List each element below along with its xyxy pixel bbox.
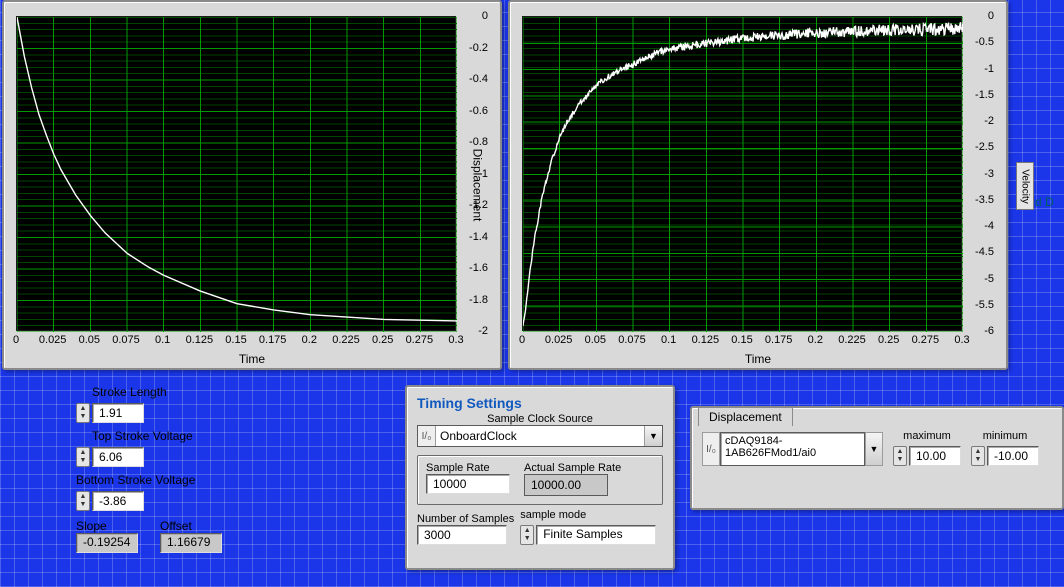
maximum-label: maximum [893,430,961,442]
number-of-samples-label: Number of Samples [417,513,514,525]
channel-tab-displacement[interactable]: Displacement [698,407,793,426]
chevron-down-icon[interactable]: ▼ [865,432,883,466]
sample-rate-label: Sample Rate [426,462,510,474]
displacement-x-label: Time [4,352,500,366]
actual-sample-rate-label: Actual Sample Rate [524,462,621,474]
sample-mode-spinner[interactable]: ▲▼ [520,525,534,545]
sample-clock-source-input[interactable] [436,427,644,445]
stroke-length-input[interactable] [92,403,144,423]
slope-label: Slope [76,519,138,533]
offset-indicator: 1.16679 [160,533,222,553]
io-channel-icon: I/₀ [702,432,720,466]
stroke-length-label: Stroke Length [92,385,222,399]
clipped-text: d D [1035,195,1054,209]
sample-mode-value[interactable]: Finite Samples [536,525,656,545]
minimum-input[interactable] [987,446,1039,466]
stroke-length-spinner[interactable]: ▲▼ [76,403,90,423]
bottom-stroke-voltage-control: ▲▼ [76,491,144,511]
bottom-stroke-voltage-spinner[interactable]: ▲▼ [76,491,90,511]
top-stroke-voltage-label: Top Stroke Voltage [92,429,222,443]
velocity-x-label: Time [510,352,1006,366]
velocity-graph-panel: -6-5.5-5-4.5-4-3.5-3-2.5-2-1.5-1-0.50 00… [508,0,1008,370]
stroke-length-control: ▲▼ [76,403,144,423]
velocity-y-label: Velocity [1020,169,1031,203]
physical-channel-input[interactable]: cDAQ9184-1AB626FMod1/ai0 [720,432,865,466]
maximum-input[interactable] [909,446,961,466]
controls-region: Stroke Length ▲▼ Top Stroke Voltage ▲▼ B… [76,385,222,553]
top-stroke-voltage-control: ▲▼ [76,447,144,467]
sample-rate-input[interactable] [426,474,510,494]
maximum-spinner[interactable]: ▲▼ [893,446,907,466]
offset-label: Offset [160,519,222,533]
timing-settings-title: Timing Settings [417,395,663,411]
sample-mode-control: ▲▼ Finite Samples [520,525,656,545]
bottom-stroke-voltage-label: Bottom Stroke Voltage [76,473,222,487]
minimum-spinner[interactable]: ▲▼ [971,446,985,466]
sample-mode-label: sample mode [520,509,656,521]
top-stroke-voltage-spinner[interactable]: ▲▼ [76,447,90,467]
displacement-plot[interactable] [16,16,456,331]
velocity-y-ticks: -6-5.5-5-4.5-4-3.5-3-2.5-2-1.5-1-0.50 [966,16,994,331]
velocity-legend-box: Velocity [1016,162,1034,210]
slope-indicator: -0.19254 [76,533,138,553]
number-of-samples-input[interactable] [417,525,507,545]
sample-clock-source-combo[interactable]: I/₀ ▼ [417,425,663,447]
minimum-label: minimum [971,430,1039,442]
velocity-plot[interactable] [522,16,962,331]
bottom-stroke-voltage-input[interactable] [92,491,144,511]
chevron-down-icon[interactable]: ▼ [644,426,662,446]
displacement-graph-panel: -2-1.8-1.6-1.4-1.2-1-0.8-0.6-0.4-0.20 00… [2,0,502,370]
displacement-y-label: Displacement [471,149,485,222]
sample-clock-source-label: Sample Clock Source [417,413,663,425]
channel-settings-panel: Displacement I/₀ cDAQ9184-1AB626FMod1/ai… [690,406,1064,510]
io-channel-icon: I/₀ [418,426,436,446]
actual-sample-rate-indicator: 10000.00 [524,474,608,496]
timing-settings-panel: Timing Settings Sample Clock Source I/₀ … [405,385,675,570]
top-stroke-voltage-input[interactable] [92,447,144,467]
